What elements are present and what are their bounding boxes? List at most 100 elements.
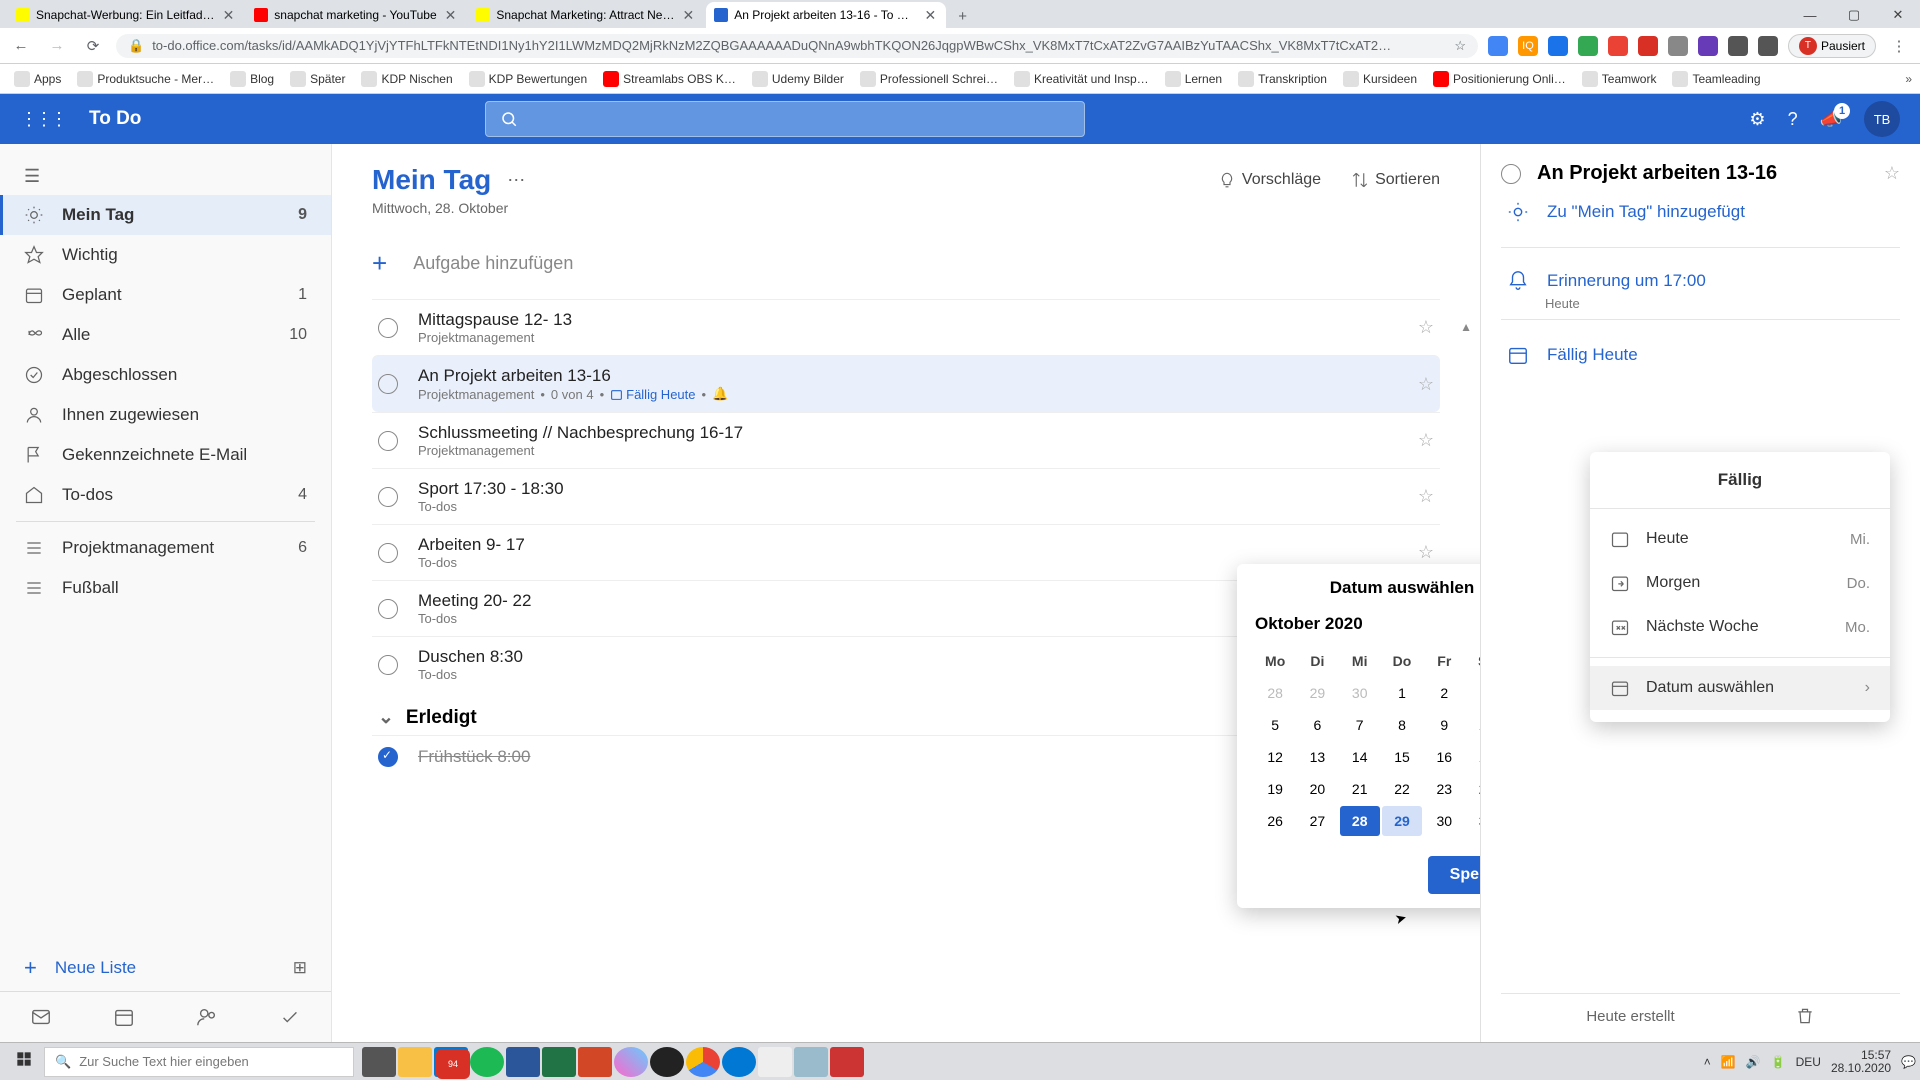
calendar-day[interactable]: 12 bbox=[1255, 742, 1295, 772]
calendar-day[interactable]: 21 bbox=[1340, 774, 1380, 804]
star-icon[interactable]: ☆ bbox=[1884, 163, 1900, 184]
complete-checkbox[interactable] bbox=[378, 374, 398, 394]
calendar-day[interactable]: 6 bbox=[1297, 710, 1337, 740]
calendar-day[interactable]: 2 bbox=[1424, 678, 1464, 708]
language-indicator[interactable]: DEU bbox=[1796, 1055, 1821, 1069]
settings-icon[interactable]: ⚙ bbox=[1749, 109, 1765, 130]
sidebar-item-geplant[interactable]: Geplant1 bbox=[0, 275, 331, 315]
ext-icon[interactable] bbox=[1668, 36, 1688, 56]
search-input[interactable] bbox=[485, 101, 1085, 137]
calendar-day[interactable]: 19 bbox=[1255, 774, 1295, 804]
sort-button[interactable]: Sortieren bbox=[1351, 171, 1440, 189]
calendar-day[interactable]: 10 bbox=[1466, 710, 1480, 740]
sidebar-item-alle[interactable]: Alle10 bbox=[0, 315, 331, 355]
star-icon[interactable]: ☆ bbox=[1454, 38, 1466, 54]
megaphone-icon[interactable]: 📣1 bbox=[1820, 109, 1842, 130]
taskbar-search[interactable]: 🔍Zur Suche Text hier eingeben bbox=[44, 1047, 354, 1077]
tab-snapchat-marketing[interactable]: Snapchat Marketing: Attract Ne…✕ bbox=[468, 2, 704, 28]
month-label[interactable]: Oktober 2020 bbox=[1255, 614, 1363, 634]
battery-icon[interactable]: 🔋 bbox=[1771, 1055, 1786, 1069]
excel-button[interactable] bbox=[542, 1047, 576, 1077]
complete-checkbox[interactable] bbox=[378, 318, 398, 338]
apps-button[interactable]: Apps bbox=[8, 67, 67, 91]
sidebar-item-todos[interactable]: To-dos4 bbox=[0, 475, 331, 515]
notifications-icon[interactable]: 💬 bbox=[1901, 1055, 1916, 1069]
bookmark[interactable]: KDP Bewertungen bbox=[463, 67, 594, 91]
bookmarks-overflow[interactable]: » bbox=[1905, 72, 1912, 86]
sidebar-list-fussball[interactable]: Fußball bbox=[0, 568, 331, 608]
puzzle-icon[interactable] bbox=[1758, 36, 1778, 56]
ext-icon[interactable]: IQ bbox=[1518, 36, 1538, 56]
new-group-icon[interactable]: ⊞ bbox=[293, 958, 307, 978]
bookmark[interactable]: Blog bbox=[224, 67, 280, 91]
profile-button[interactable]: T Pausiert bbox=[1788, 34, 1876, 58]
file-explorer-button[interactable] bbox=[398, 1047, 432, 1077]
calendar-day[interactable]: 30 bbox=[1340, 678, 1380, 708]
tab-snapchat-werbung[interactable]: Snapchat-Werbung: Ein Leitfad…✕ bbox=[8, 2, 244, 28]
calendar-day[interactable]: 26 bbox=[1255, 806, 1295, 836]
task-row[interactable]: Sport 17:30 - 18:30To-dos☆ bbox=[372, 468, 1440, 524]
due-option-pick-date[interactable]: Datum auswählen› bbox=[1590, 666, 1890, 710]
reload-button[interactable]: ⟳ bbox=[80, 37, 106, 55]
mail-app-button[interactable]: 94 bbox=[434, 1047, 468, 1077]
bookmark[interactable]: Produktsuche - Mer… bbox=[71, 67, 220, 91]
calendar-day[interactable]: 29 bbox=[1382, 806, 1422, 836]
bookmark[interactable]: Teamwork bbox=[1576, 67, 1663, 91]
complete-checkbox[interactable] bbox=[378, 487, 398, 507]
ext-icon[interactable] bbox=[1608, 36, 1628, 56]
ext-icon[interactable] bbox=[1638, 36, 1658, 56]
wifi-icon[interactable]: 📶 bbox=[1721, 1055, 1736, 1069]
calendar-day[interactable]: 14 bbox=[1340, 742, 1380, 772]
close-icon[interactable]: ✕ bbox=[680, 7, 696, 24]
complete-checkbox[interactable] bbox=[378, 655, 398, 675]
star-icon[interactable]: ☆ bbox=[1418, 486, 1434, 507]
calendar-day[interactable]: 3 bbox=[1466, 678, 1480, 708]
suggestions-button[interactable]: Vorschläge bbox=[1218, 171, 1321, 189]
help-icon[interactable]: ? bbox=[1788, 109, 1798, 130]
bookmark[interactable]: Lernen bbox=[1159, 67, 1228, 91]
ext-icon[interactable] bbox=[1728, 36, 1748, 56]
save-button[interactable]: Speichern bbox=[1428, 856, 1480, 894]
start-button[interactable] bbox=[4, 1051, 44, 1072]
trash-icon[interactable] bbox=[1795, 1006, 1815, 1026]
calendar-day[interactable]: 5 bbox=[1255, 710, 1295, 740]
bookmark[interactable]: Udemy Bilder bbox=[746, 67, 850, 91]
bookmark[interactable]: Teamleading bbox=[1666, 67, 1766, 91]
task-row[interactable]: Mittagspause 12- 13Projektmanagement☆ bbox=[372, 299, 1440, 355]
calendar-day[interactable]: 29 bbox=[1297, 678, 1337, 708]
more-options-button[interactable]: ⋯ bbox=[507, 170, 525, 191]
task-view-button[interactable] bbox=[362, 1047, 396, 1077]
tray-clock[interactable]: 15:5728.10.2020 bbox=[1831, 1049, 1891, 1075]
obs-button[interactable] bbox=[650, 1047, 684, 1077]
reminder-row[interactable]: Erinnerung um 17:00 bbox=[1501, 256, 1900, 296]
calendar-day[interactable]: 28 bbox=[1340, 806, 1380, 836]
menu-button[interactable]: ⋮ bbox=[1886, 37, 1912, 55]
new-list-button[interactable]: +Neue Liste⊞ bbox=[0, 945, 331, 991]
complete-checkbox[interactable] bbox=[378, 599, 398, 619]
bookmark[interactable]: Streamlabs OBS K… bbox=[597, 67, 742, 91]
app-button[interactable] bbox=[614, 1047, 648, 1077]
bookmark[interactable]: Kreativität und Insp… bbox=[1008, 67, 1155, 91]
calendar-day[interactable]: 13 bbox=[1297, 742, 1337, 772]
minimize-button[interactable]: — bbox=[1788, 2, 1832, 28]
bookmark[interactable]: Professionell Schrei… bbox=[854, 67, 1004, 91]
calendar-day[interactable]: 22 bbox=[1382, 774, 1422, 804]
people-icon[interactable] bbox=[196, 1006, 218, 1028]
sidebar-item-wichtig[interactable]: Wichtig bbox=[0, 235, 331, 275]
calendar-day[interactable]: 20 bbox=[1297, 774, 1337, 804]
complete-checkbox[interactable] bbox=[378, 431, 398, 451]
ext-icon[interactable] bbox=[1548, 36, 1568, 56]
url-input[interactable]: 🔒 to-do.office.com/tasks/id/AAMkADQ1YjVj… bbox=[116, 34, 1478, 58]
tab-todo[interactable]: An Projekt arbeiten 13-16 - To D…✕ bbox=[706, 2, 946, 28]
avatar[interactable]: TB bbox=[1864, 101, 1900, 137]
due-option-today[interactable]: HeuteMi. bbox=[1590, 517, 1890, 561]
bookmark[interactable]: Positionierung Onli… bbox=[1427, 67, 1572, 91]
task-row[interactable]: Schlussmeeting // Nachbesprechung 16-17P… bbox=[372, 412, 1440, 468]
mail-icon[interactable] bbox=[30, 1006, 52, 1028]
complete-checkbox[interactable] bbox=[378, 543, 398, 563]
close-icon[interactable]: ✕ bbox=[221, 7, 237, 24]
close-icon[interactable]: ✕ bbox=[443, 7, 459, 24]
calendar-day[interactable]: 9 bbox=[1424, 710, 1464, 740]
task-detail-title[interactable]: An Projekt arbeiten 13-16 bbox=[1537, 162, 1868, 185]
volume-icon[interactable]: 🔊 bbox=[1746, 1055, 1761, 1069]
